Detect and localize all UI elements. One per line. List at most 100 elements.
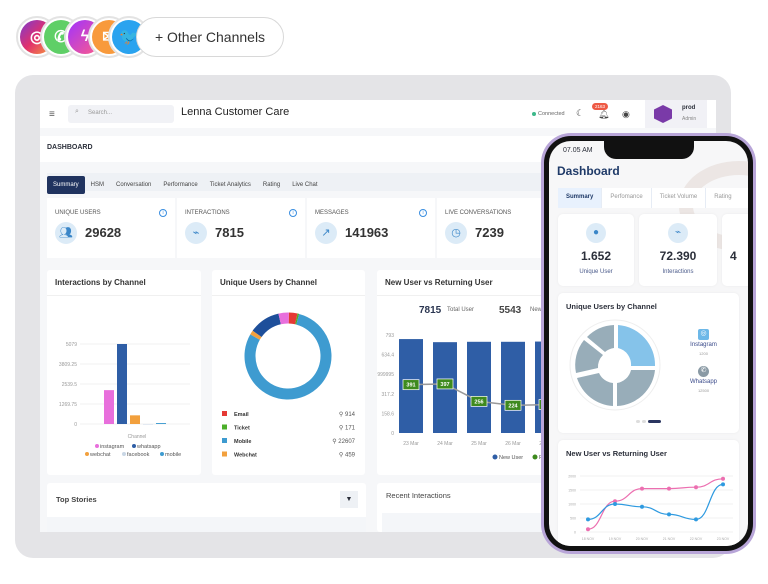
stat-interactions: INTERACTIONS i ⌁ 7815 — [177, 198, 305, 258]
interactions-by-channel-card: Interactions by Channel 5079 3809.25 2539.… — [47, 270, 201, 475]
legend-label: facebook — [127, 452, 150, 458]
mobile-tab-summary[interactable]: Summary — [558, 188, 602, 208]
stat-label: LIVE CONVERSATIONS — [445, 210, 512, 216]
data-point — [721, 476, 725, 481]
mobile-stat-unique-user: ● 1.652 Unique User — [558, 214, 634, 286]
donut-slice-instagram — [278, 312, 289, 325]
instagram-icon: ◎ — [698, 329, 709, 340]
bar-instagram — [104, 390, 114, 424]
tab-summary[interactable]: Summary — [47, 176, 85, 194]
tab-hsm[interactable]: HSM — [85, 176, 110, 194]
carousel-dot-active[interactable] — [648, 420, 661, 423]
x-tick-label: 19 NOV — [609, 537, 622, 541]
tab-ticket-analytics[interactable]: Ticket Analytics — [204, 176, 257, 194]
y-tick-label: 500 — [570, 517, 576, 521]
bell-icon[interactable]: 🔔︎ — [598, 109, 609, 120]
data-label: 224 — [508, 403, 518, 409]
total-user-label: Total User — [447, 307, 475, 313]
data-point — [721, 482, 725, 487]
info-icon[interactable]: i — [289, 209, 297, 217]
legend-swatch — [222, 424, 227, 430]
legend-label: Ticket — [234, 426, 250, 432]
bar-mobile — [156, 423, 166, 424]
stat-label: INTERACTIONS — [185, 210, 230, 216]
dark-mode-icon[interactable]: ☾ — [576, 108, 584, 119]
tab-live-chat[interactable]: Live Chat — [286, 176, 323, 194]
stat-label: MESSAGES — [315, 210, 349, 216]
avatar — [654, 105, 672, 123]
legend-swatch — [222, 411, 227, 416]
legend-swatch — [222, 451, 227, 457]
bar-new-user — [501, 341, 525, 433]
settings-icon[interactable]: ◉ — [622, 109, 630, 120]
stat-unique-users: UNIQUE USERS i 👥︎ 29628 — [47, 198, 175, 258]
top-stories-card: Top Stories ▼ — [47, 483, 366, 532]
info-icon[interactable]: i — [419, 209, 427, 217]
y-tick-label: 1269.75 — [59, 402, 77, 408]
user-profile[interactable]: prod Admin — [645, 100, 707, 128]
mobile-dashboard: 07.05 AM Dashboard Summary Perfomance Ti… — [549, 141, 748, 546]
tab-conversation[interactable]: Conversation — [110, 176, 157, 194]
filter-icon[interactable]: ▼ — [340, 491, 358, 508]
bar-webchat — [130, 415, 140, 424]
stat-label: Unique User — [579, 269, 613, 275]
mobile-tab-rating[interactable]: Rating — [705, 188, 739, 208]
y-tick-label: 0 — [391, 431, 394, 437]
y-tick-label: 793 — [386, 333, 395, 339]
external-link-icon: ↗ — [315, 222, 337, 244]
y-tick-label: 2539.5 — [62, 382, 78, 388]
data-point — [613, 502, 617, 506]
donut-slice-whatsapp — [252, 313, 282, 338]
mobile-donut-chart — [569, 319, 661, 411]
status-dot — [532, 112, 536, 116]
x-axis-label: Channel — [128, 434, 147, 440]
clock-icon: ◷ — [445, 222, 467, 244]
data-point — [586, 517, 590, 522]
search-input[interactable]: ⌕ Search... — [68, 105, 174, 123]
clock-time: 07.05 AM — [563, 147, 593, 154]
legend-swatch — [222, 438, 227, 443]
y-tick-label: 1000 — [568, 503, 576, 507]
legend-marker — [492, 454, 498, 460]
bar-whatsapp — [117, 344, 127, 424]
legend-label: New User — [499, 455, 523, 461]
card-title: Unique Users by Channel — [212, 270, 365, 296]
phone-mockup: 07.05 AM Dashboard Summary Perfomance Ti… — [541, 133, 756, 554]
data-point — [694, 485, 698, 490]
data-label: 397 — [440, 382, 449, 388]
legend-value: ⚲ 171 — [339, 425, 356, 432]
info-icon[interactable]: i — [159, 209, 167, 217]
stat-label: Interactions — [662, 269, 694, 275]
card-title: New User vs Returning User — [566, 449, 667, 458]
carousel-dot[interactable] — [642, 420, 646, 423]
stat-value: 141963 — [345, 225, 389, 240]
mobile-stat-interactions: ⌁ 72.390 Interactions — [639, 214, 717, 286]
donut-slice-webchat — [250, 330, 262, 340]
carousel-dot[interactable] — [636, 420, 640, 423]
whatsapp-icon: ✆ — [698, 366, 709, 377]
bar-facebook — [143, 424, 153, 425]
legend-label: instagram — [100, 444, 125, 450]
unique-users-card: Unique Users by Channel Email ⚲ 914 Ticket… — [212, 270, 365, 475]
tab-performance[interactable]: Performance — [157, 176, 203, 194]
stat-messages: MESSAGES i ↗ 141963 — [307, 198, 435, 258]
tab-rating[interactable]: Rating — [257, 176, 286, 194]
mobile-tab-ticket-volume[interactable]: Ticket Volume — [650, 188, 705, 208]
legend-label: Instagram — [690, 342, 717, 348]
legend-label: Whatsapp — [689, 379, 717, 385]
stat-value: 29628 — [85, 225, 122, 240]
data-point — [640, 504, 644, 509]
search-placeholder: Search... — [88, 110, 113, 116]
menu-icon[interactable]: ≡ — [49, 109, 55, 120]
y-tick-label: 158.6 — [381, 411, 394, 417]
page-title: DASHBOARD — [47, 144, 93, 151]
new-user-value: 5543 — [499, 305, 522, 316]
other-channels-button[interactable]: + Other Channels — [136, 17, 284, 57]
user-name: prod — [682, 105, 696, 111]
mobile-tab-performance[interactable]: Perfomance — [601, 188, 650, 208]
legend-value: ⚲ 22607 — [332, 438, 355, 445]
y-tick-label: 1500 — [568, 489, 576, 493]
data-label: 256 — [474, 399, 483, 405]
legend-label: mobile — [165, 452, 181, 458]
y-tick-label: 0 — [74, 422, 77, 428]
